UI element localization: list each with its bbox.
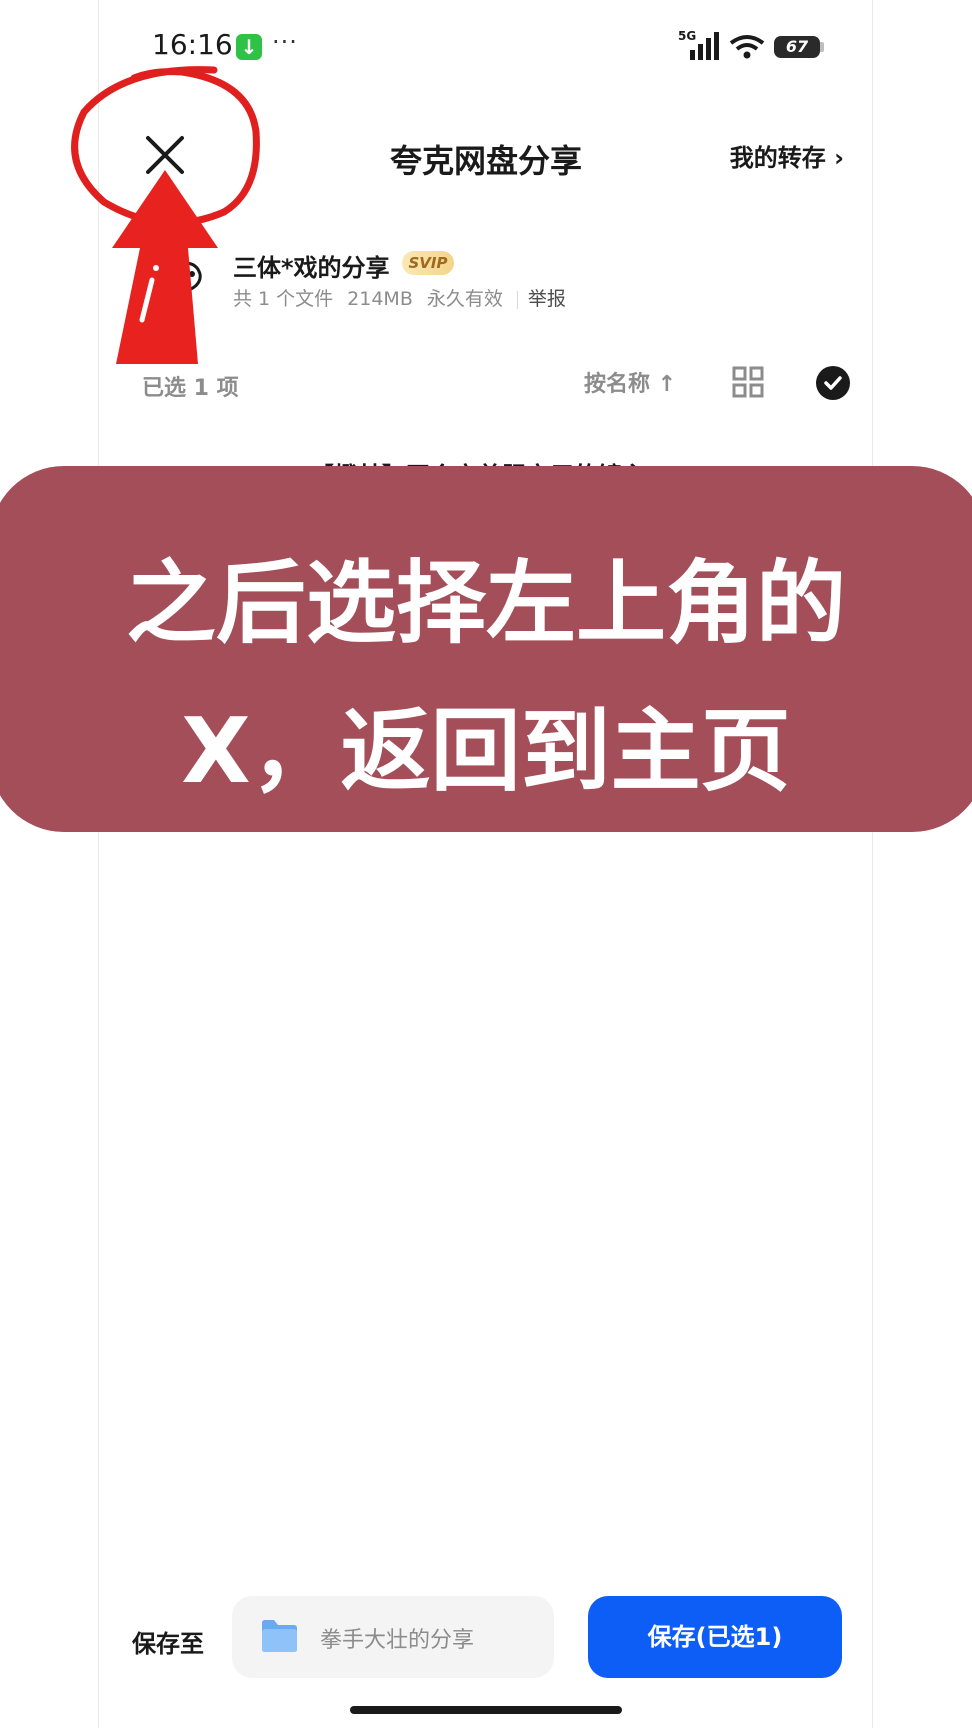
my-saves-link[interactable]: 我的转存 › <box>730 138 844 173</box>
checkmark-icon <box>824 376 842 390</box>
screen: 16:16 ↓ ··· 5G 67 夸克网盘分享 我的转存 › 三体*戏的分享 … <box>0 0 972 1728</box>
svip-badge: SVIP <box>402 251 454 275</box>
share-meta: 共 1 个文件 214MB 永久有效 举报 <box>233 284 580 311</box>
save-button[interactable]: 保存(已选1) <box>588 1596 842 1678</box>
annotation-arrow-icon <box>112 170 218 364</box>
folder-icon <box>262 1620 297 1652</box>
selected-count: 已选 1 项 <box>142 376 239 401</box>
share-validity: 永久有效 <box>426 288 503 310</box>
grid-view-icon[interactable] <box>732 366 764 398</box>
folder-picker[interactable]: 拳手大壮的分享 <box>232 1596 554 1678</box>
signal-icon <box>690 32 719 60</box>
report-link[interactable]: 举报 <box>528 288 566 310</box>
status-time: 16:16 <box>152 28 233 61</box>
frame-right-edge <box>872 0 873 1728</box>
annotation-line-2: X，返回到主页 <box>181 699 791 804</box>
share-size: 214MB <box>347 288 413 310</box>
download-arrow-icon: ↓ <box>236 34 262 60</box>
annotation-line-1: 之后选择左上角的 <box>126 551 846 656</box>
select-all-check-icon[interactable] <box>816 366 850 400</box>
home-indicator[interactable] <box>350 1706 622 1714</box>
sharer-name: 三体*戏的分享 <box>233 254 390 282</box>
sort-by-name-button[interactable]: 按名称 ↑ <box>584 366 676 398</box>
file-count: 共 1 个文件 <box>233 288 334 310</box>
save-to-label: 保存至 <box>132 1630 204 1658</box>
wifi-icon <box>729 35 765 59</box>
status-dots: ··· <box>272 28 298 56</box>
frame-left-edge <box>98 0 99 1728</box>
battery-icon: 67 <box>774 36 820 58</box>
battery-tip <box>820 42 824 52</box>
meta-divider <box>516 290 518 309</box>
folder-name: 拳手大壮的分享 <box>320 1628 475 1653</box>
